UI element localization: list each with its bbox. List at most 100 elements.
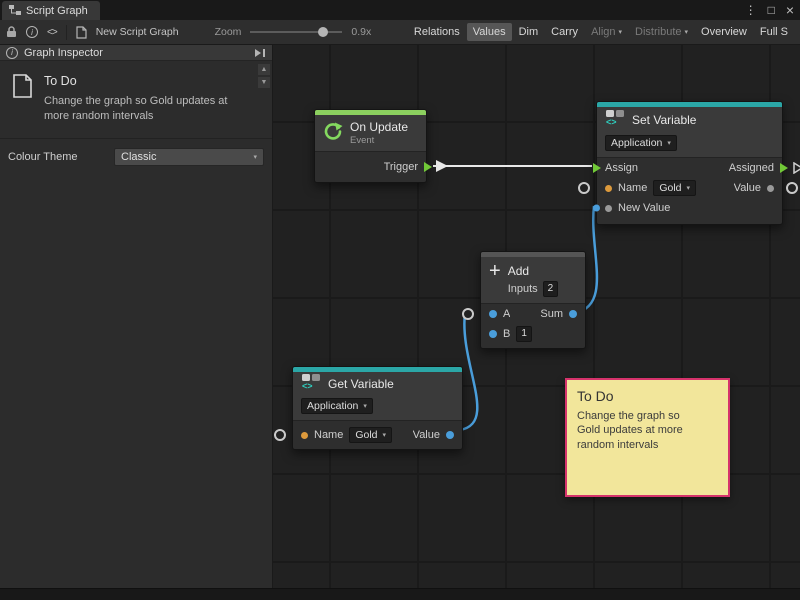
carry-button[interactable]: Carry	[545, 23, 584, 41]
name-port[interactable]	[578, 182, 590, 194]
sticky-note[interactable]: To Do Change the graph so Gold updates a…	[565, 378, 730, 497]
variable-name-dropdown[interactable]: Gold ▾	[349, 427, 392, 443]
carry-label: Carry	[551, 26, 578, 38]
new-script-graph-button[interactable]: New Script Graph	[96, 26, 179, 38]
inspector-todo-content: To Do Change the graph so Gold updates a…	[44, 74, 250, 124]
more-menu-icon[interactable]: ⋮	[745, 3, 757, 17]
caret-down-icon: ▾	[687, 184, 691, 192]
caret-down-icon: ▾	[253, 153, 257, 161]
value-port[interactable]	[786, 182, 798, 194]
node-title: On Update	[350, 120, 408, 134]
node-set-variable[interactable]: <> Set Variable Application ▾ Assign Ass…	[596, 101, 783, 225]
name-label: Name	[618, 182, 647, 194]
add-body: A Sum B 1	[481, 303, 585, 348]
caret-down-icon: ▾	[383, 431, 387, 439]
caret-down-icon: ▾	[619, 28, 623, 36]
name-port[interactable]	[274, 429, 286, 441]
note-icon	[12, 74, 33, 124]
node-add[interactable]: + Add Inputs 2 A Sum	[480, 251, 586, 349]
node-title: Get Variable	[328, 377, 394, 391]
caret-down-icon: ▾	[363, 402, 367, 410]
assigned-label: Assigned	[729, 162, 774, 174]
relations-button[interactable]: Relations	[408, 23, 466, 41]
dim-button[interactable]: Dim	[513, 23, 545, 41]
inputs-label: Inputs	[508, 283, 538, 295]
value-port[interactable]	[446, 431, 454, 439]
scroll-up-icon[interactable]: ▲	[258, 64, 270, 75]
dock-icon[interactable]	[254, 48, 266, 58]
variable-scope-value: Application	[307, 400, 358, 412]
inputs-count-field[interactable]: 2	[543, 281, 559, 297]
scroll-down-icon[interactable]: ▼	[258, 77, 270, 88]
caret-down-icon: ▾	[667, 139, 671, 147]
name-row: Name Gold ▾ Value	[597, 178, 782, 198]
set-variable-subheader: Application ▾	[597, 133, 782, 157]
dim-label: Dim	[519, 26, 539, 38]
distribute-button[interactable]: Distribute▾	[629, 23, 694, 41]
value-label: Value	[734, 182, 761, 194]
get-variable-subheader: Application ▾	[293, 396, 462, 420]
string-type-dot	[605, 185, 612, 192]
tab-script-graph[interactable]: Script Graph	[2, 1, 100, 20]
lock-icon[interactable]	[6, 26, 17, 38]
zoom-slider-handle[interactable]	[318, 27, 328, 37]
b-value-field[interactable]: 1	[516, 326, 532, 342]
variable-icon: <>	[605, 109, 625, 132]
overview-button[interactable]: Overview	[695, 23, 753, 41]
variable-scope-dropdown[interactable]: Application ▾	[605, 135, 677, 151]
set-variable-body: Assign Assigned Name Gold ▾	[597, 157, 782, 224]
on-update-event-icon	[323, 121, 343, 146]
graph-canvas[interactable]: On Update Event Trigger <> Set Variable	[273, 45, 800, 588]
variable-scope-dropdown[interactable]: Application ▾	[301, 398, 373, 414]
node-get-variable[interactable]: <> Get Variable Application ▾ Name Gold …	[292, 366, 463, 450]
trigger-port[interactable]	[424, 162, 432, 172]
b-label: B	[503, 328, 510, 340]
align-label: Align	[591, 26, 615, 38]
values-button[interactable]: Values	[467, 23, 512, 41]
on-update-header: On Update Event	[315, 115, 426, 151]
add-inputs-row: Inputs 2	[508, 281, 559, 297]
carry-arrow-icon	[793, 162, 800, 174]
zoom-slider[interactable]	[250, 25, 342, 39]
colour-theme-dropdown[interactable]: Classic ▾	[114, 148, 264, 166]
a-port[interactable]	[462, 308, 474, 320]
string-type-dot	[301, 432, 308, 439]
node-subtitle: Event	[350, 135, 408, 146]
sum-port[interactable]	[569, 310, 577, 318]
value-type-dot	[767, 185, 774, 192]
get-variable-body: Name Gold ▾ Value	[293, 420, 462, 449]
new-value-label: New Value	[618, 202, 670, 214]
window-buttons: ⋮ □ ×	[745, 0, 794, 20]
sticky-note-title: To Do	[577, 388, 718, 404]
assign-row: Assign Assigned	[597, 158, 782, 178]
add-header: + Add Inputs 2	[481, 257, 585, 303]
maximize-icon[interactable]: □	[768, 3, 775, 17]
new-value-type-dot	[605, 205, 612, 212]
on-update-titles: On Update Event	[350, 120, 408, 146]
zoom-value: 0.9x	[351, 26, 371, 38]
values-label: Values	[473, 26, 506, 38]
new-value-port[interactable]	[593, 205, 600, 212]
variable-name-dropdown[interactable]: Gold ▾	[653, 180, 696, 196]
name-row: Name Gold ▾ Value	[293, 423, 462, 447]
svg-text:<>: <>	[302, 381, 313, 391]
align-button[interactable]: Align ▾	[585, 23, 628, 41]
node-on-update[interactable]: On Update Event Trigger	[314, 109, 427, 183]
close-icon[interactable]: ×	[786, 2, 794, 18]
overview-label: Overview	[701, 26, 747, 38]
tab-label: Script Graph	[26, 5, 88, 17]
sticky-note-text: Change the graph so Gold updates at more…	[577, 409, 699, 452]
info-icon[interactable]: i	[26, 26, 38, 38]
sum-label: Sum	[540, 308, 563, 320]
code-icon[interactable]: <>	[47, 27, 57, 38]
toolbar-buttons: Relations Values Dim Carry Align ▾ Distri…	[408, 23, 794, 41]
fullscreen-button[interactable]: Full S	[754, 23, 794, 41]
bottom-bar	[0, 588, 800, 600]
unity-script-graph-window: Script Graph ⋮ □ × i <> New Script Graph…	[0, 0, 800, 600]
colour-theme-row: Colour Theme Classic ▾	[0, 139, 272, 175]
name-label: Name	[314, 429, 343, 441]
assign-port[interactable]	[593, 163, 601, 173]
zoom-slider-track[interactable]	[250, 31, 342, 33]
assigned-port[interactable]	[780, 163, 788, 173]
add-icon: +	[489, 261, 501, 281]
